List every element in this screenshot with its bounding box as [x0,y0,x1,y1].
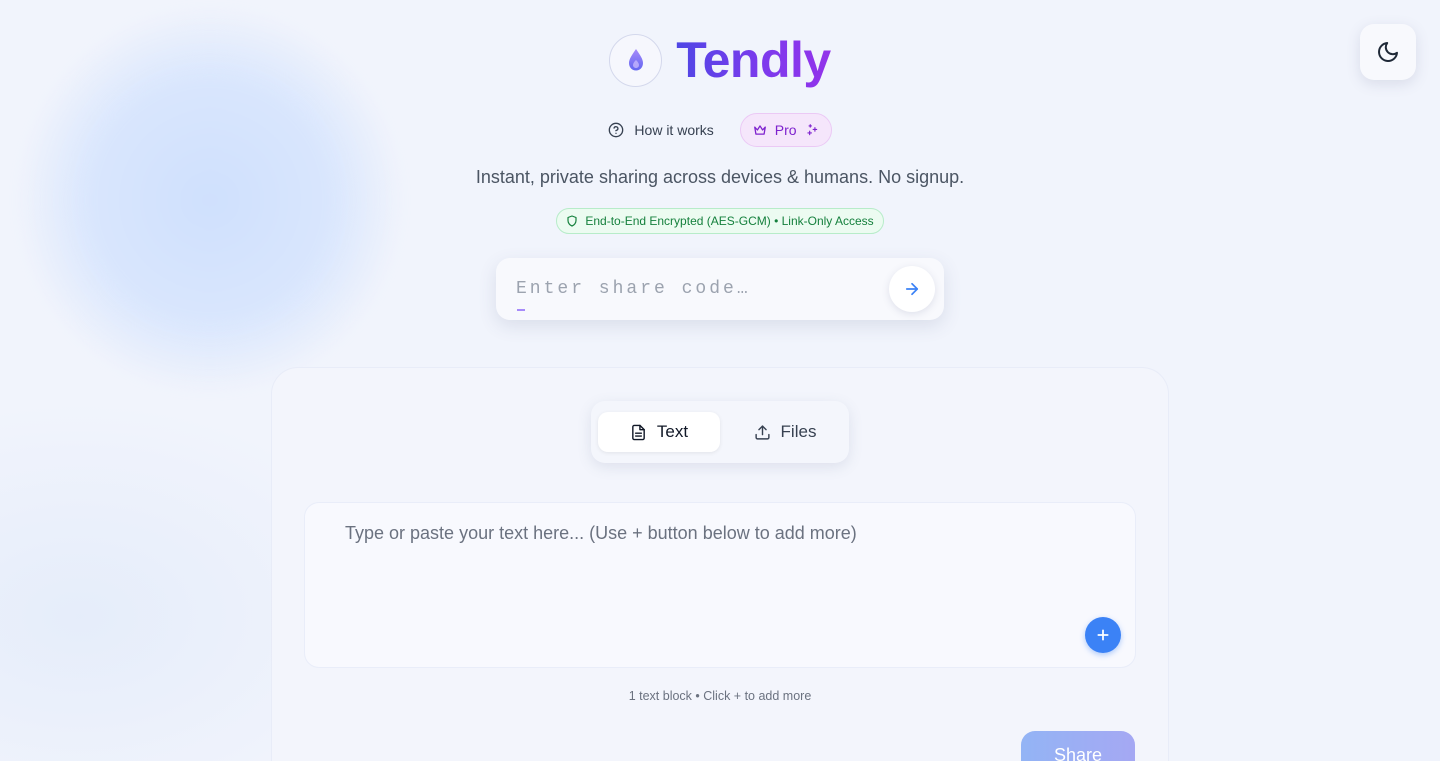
share-code-input[interactable] [516,272,876,306]
app-header: Tendly [0,32,1440,88]
tab-files[interactable]: Files [727,412,843,452]
share-button[interactable]: Share [1021,731,1135,761]
security-badge-row: End-to-End Encrypted (AES-GCM) • Link-On… [0,208,1440,234]
security-badge: End-to-End Encrypted (AES-GCM) • Link-On… [556,208,884,234]
tab-text-label: Text [656,422,689,441]
file-text-icon [632,424,645,440]
pro-button[interactable]: Pro [739,113,832,147]
add-block-button[interactable] [1085,617,1121,653]
logo [609,33,663,87]
help-circle-icon [609,122,624,138]
tagline: Instant, private sharing across devices … [475,167,965,187]
text-input[interactable] [345,523,1085,633]
crown-icon [753,125,766,135]
security-badge-label: End-to-End Encrypted (AES-GCM) • Link-On… [585,214,874,228]
go-button[interactable] [889,266,935,312]
arrow-right-icon [905,282,919,296]
mode-tabs: Text Files [591,401,849,463]
input-cursor [517,309,525,311]
shield-icon [567,215,577,227]
text-block [305,503,1135,667]
block-count-hint: 1 text block • Click + to add more [628,689,812,703]
how-it-works-label: How it works [634,122,714,138]
sparkles-icon [806,124,817,136]
header-nav: How it works Pro [0,113,1440,147]
tab-files-label: Files [780,422,817,441]
share-code-box [496,258,944,320]
brand-title: Tendly [676,32,831,88]
flame-logo-icon [628,49,643,71]
upload-icon [754,424,770,440]
how-it-works-link[interactable]: How it works [608,122,714,138]
share-card: Text Files 1 text block • Click + to add… [272,368,1168,761]
tab-text[interactable]: Text [598,412,720,452]
pro-label: Pro [774,122,797,138]
plus-icon [1097,629,1109,641]
